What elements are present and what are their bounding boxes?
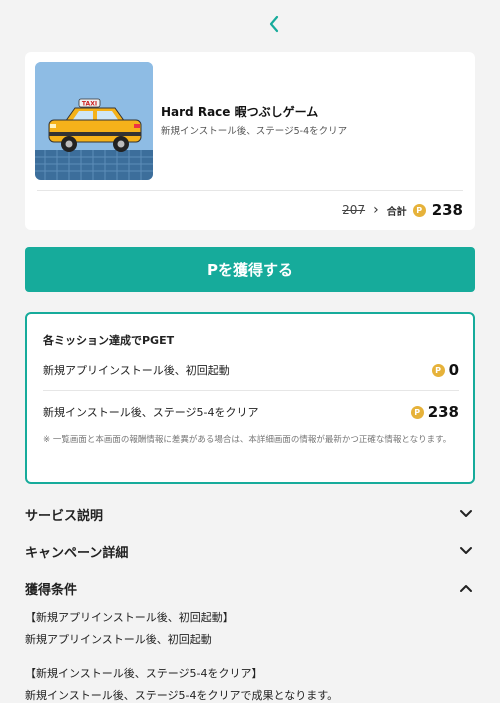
- mission-points-value: 238: [427, 403, 459, 421]
- mission-box: 各ミッション達成でPGET 新規アプリインストール後、初回起動 P 0 新規イン…: [25, 312, 475, 484]
- mission-points: P 0: [431, 361, 459, 379]
- total-points: 238: [431, 201, 463, 219]
- accordion-campaign[interactable]: キャンペーン詳細: [25, 540, 475, 562]
- old-points: 207: [342, 203, 366, 217]
- coin-icon: P: [431, 363, 445, 377]
- accordion-title: 獲得条件: [25, 582, 78, 598]
- chevron-down-icon: [460, 510, 472, 517]
- chevron-up-icon: [460, 585, 472, 592]
- mission-row: 新規インストール後、ステージ5-4をクリア P 238: [43, 402, 459, 422]
- accordion-conditions[interactable]: 獲得条件: [25, 577, 475, 599]
- back-button[interactable]: [262, 12, 286, 36]
- get-points-button[interactable]: Pを獲得する: [25, 247, 475, 292]
- divider: [43, 390, 459, 391]
- mission-row: 新規アプリインストール後、初回起動 P 0: [43, 360, 459, 380]
- mission-note: ※ 一覧画面と本画面の報酬情報に差異がある場合は、本詳細画面の情報が最新かつ正確…: [43, 435, 452, 445]
- mission-points-value: 0: [448, 361, 459, 379]
- app-title: Hard Race 暇つぶしゲーム: [161, 105, 319, 119]
- chevron-left-icon: [269, 15, 279, 33]
- condition-title: 【新規インストール後、ステージ5-4をクリア】: [25, 667, 263, 680]
- coin-icon: P: [410, 405, 424, 419]
- mission-heading: 各ミッション達成でPGET: [43, 334, 175, 347]
- app-subtitle: 新規インストール後、ステージ5-4をクリア: [161, 126, 348, 137]
- points-summary: 207 › 合計 P 238: [342, 200, 463, 220]
- accordion-service[interactable]: サービス説明: [25, 503, 475, 525]
- mission-label: 新規インストール後、ステージ5-4をクリア: [43, 406, 259, 419]
- accordion-title: サービス説明: [25, 508, 104, 524]
- taxi-icon: TAXI: [35, 62, 153, 180]
- divider: [37, 190, 463, 191]
- condition-title: 【新規アプリインストール後、初回起動】: [25, 611, 234, 624]
- mission-label: 新規アプリインストール後、初回起動: [43, 364, 230, 377]
- app-card: TAXI Hard Race 暇つぶしゲーム 新規インストール後、ステージ5-4…: [25, 52, 475, 230]
- taxi-badge-text: TAXI: [82, 101, 97, 108]
- condition-body: 新規アプリインストール後、初回起動: [25, 633, 212, 646]
- coin-icon: P: [412, 203, 426, 217]
- accordion-title: キャンペーン詳細: [25, 545, 129, 561]
- chevron-down-icon: [460, 547, 472, 554]
- chevron-right-icon: ›: [373, 202, 379, 218]
- condition-body: 新規インストール後、ステージ5-4をクリアで成果となります。: [25, 689, 339, 702]
- total-label: 合計: [386, 206, 407, 218]
- mission-points: P 238: [410, 403, 459, 421]
- app-thumbnail[interactable]: TAXI: [35, 62, 153, 180]
